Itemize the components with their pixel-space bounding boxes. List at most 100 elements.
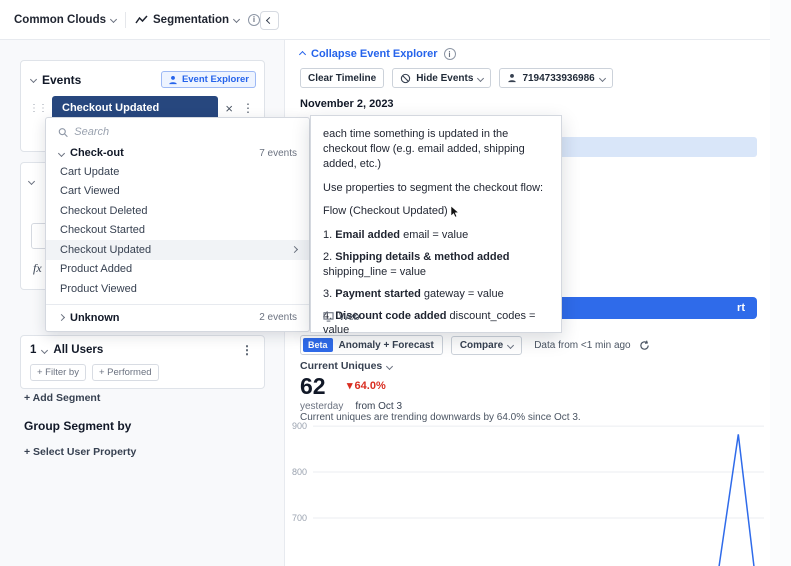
- app-window: Common Clouds Segmentation i Events Even…: [0, 0, 791, 566]
- compare-button[interactable]: Compare: [450, 335, 523, 355]
- metric-delta: ▾ 64.0%: [347, 379, 386, 393]
- chevron-right-icon: [290, 246, 299, 254]
- tooltip-footer: Web: [323, 311, 359, 325]
- event-option-label: Cart Update: [60, 165, 120, 178]
- hide-events-button[interactable]: Hide Events: [392, 68, 492, 88]
- web-platform-label: Web: [339, 311, 360, 323]
- chevron-down-icon: [109, 15, 118, 24]
- event-explorer-button[interactable]: Event Explorer: [160, 71, 256, 88]
- collapse-section-icon[interactable]: [29, 75, 38, 84]
- y-axis-ticks: 900 800 700: [285, 421, 309, 566]
- event-option-label: Checkout Started: [60, 224, 145, 237]
- timeline-date: November 2, 2023: [300, 98, 394, 110]
- refresh-icon[interactable]: [639, 340, 650, 351]
- y-axis-tick-label: 800: [291, 467, 307, 478]
- segment-index: 1: [30, 344, 37, 356]
- event-option[interactable]: Product Added: [46, 260, 309, 280]
- event-group-row[interactable]: Check-out 7 events: [46, 143, 309, 162]
- info-icon[interactable]: i: [248, 13, 261, 26]
- search-icon: [58, 127, 68, 137]
- cursor-pointer-icon: [450, 205, 460, 218]
- event-option-label: Cart Viewed: [60, 185, 120, 198]
- metric-sub-row: yesterday from Oct 3: [300, 401, 402, 412]
- view-switcher[interactable]: Segmentation: [135, 14, 241, 26]
- metric-period: yesterday: [300, 401, 344, 412]
- trend-chart: 900 800 700: [285, 421, 770, 566]
- top-bar: Common Clouds Segmentation i: [0, 0, 770, 40]
- info-icon[interactable]: i: [443, 48, 456, 60]
- event-option-label: Checkout Deleted: [60, 204, 148, 217]
- event-options-icon[interactable]: ⋮: [240, 101, 256, 115]
- event-option-label: Checkout Updated: [60, 243, 152, 256]
- tooltip-step: 3. Payment started gateway = value: [323, 287, 504, 300]
- line-chart-icon: [135, 14, 148, 23]
- y-axis-tick-label: 700: [291, 512, 307, 523]
- event-picker-dropdown: Check-out 7 events Cart Update Cart Viewe…: [45, 117, 310, 332]
- segment-options-icon[interactable]: ⋮: [239, 343, 255, 357]
- add-segment-link[interactable]: + Add Segment: [24, 392, 100, 404]
- unknown-group-count: 2 events: [259, 312, 297, 323]
- tooltip-flow-label: Flow (Checkout Updated): [323, 205, 448, 218]
- metric-value: 62: [300, 373, 326, 399]
- collapse-event-explorer-link[interactable]: Collapse Event Explorer i: [298, 48, 456, 60]
- event-option-label: Product Viewed: [60, 282, 137, 295]
- remove-event-icon[interactable]: ×: [223, 101, 235, 116]
- group-segment-by-header: Group Segment by: [24, 419, 132, 433]
- anomaly-forecast-label: Anomaly + Forecast: [338, 339, 434, 351]
- event-description-tooltip: each time something is updated in the ch…: [310, 115, 562, 336]
- collapse-section-icon[interactable]: [27, 177, 36, 186]
- chevron-down-icon: [233, 15, 241, 24]
- event-explorer-label: Event Explorer: [181, 74, 249, 85]
- hide-events-icon: [401, 73, 411, 83]
- metric-delta-value: 64.0%: [354, 379, 386, 392]
- hide-events-label: Hide Events: [416, 72, 474, 84]
- web-platform-icon: [323, 312, 334, 322]
- chevron-down-icon: [386, 362, 394, 370]
- chevron-down-icon[interactable]: [41, 346, 49, 354]
- down-arrow-icon: ▾: [347, 380, 353, 392]
- user-id-button[interactable]: 7194733936986: [499, 68, 613, 88]
- chevron-down-icon: [477, 74, 485, 82]
- event-option-label: Product Added: [60, 263, 133, 276]
- segment-panel: 1 All Users ⋮ + Filter by + Performed: [20, 335, 265, 389]
- person-icon: [508, 74, 517, 83]
- event-search-input[interactable]: [74, 126, 297, 138]
- select-user-property-link[interactable]: + Select User Property: [24, 446, 136, 458]
- segment-performed-button[interactable]: + Performed: [91, 364, 159, 381]
- selected-event-label: Checkout Updated: [62, 102, 160, 114]
- segment-header-row: 1 All Users ⋮: [30, 343, 255, 357]
- event-option-list: Cart Update Cart Viewed Checkout Deleted Ch…: [46, 162, 309, 299]
- event-option[interactable]: Cart Viewed: [46, 182, 309, 202]
- events-panel-header: Events Event Explorer: [21, 61, 264, 96]
- event-group-label: Check-out: [70, 147, 124, 159]
- unknown-group-row[interactable]: Unknown 2 events: [46, 303, 309, 324]
- chevron-right-icon: [57, 313, 66, 322]
- project-name: Common Clouds: [14, 13, 106, 26]
- chevron-left-icon: [265, 16, 274, 25]
- events-panel-title: Events: [42, 72, 82, 87]
- metric-label-text: Current Uniques: [300, 360, 383, 372]
- tooltip-step: 2. Shipping details & method added shipp…: [323, 251, 510, 278]
- metric-compare-from: from Oct 3: [355, 401, 403, 412]
- clear-timeline-button[interactable]: Clear Timeline: [300, 68, 385, 88]
- unknown-group-label: Unknown: [70, 311, 120, 324]
- segment-name[interactable]: All Users: [53, 344, 103, 356]
- compare-label: Compare: [459, 339, 504, 351]
- clear-timeline-label: Clear Timeline: [308, 72, 377, 84]
- collapse-sidebar-button[interactable]: [260, 11, 279, 30]
- event-option[interactable]: Checkout Updated: [46, 240, 309, 260]
- event-option[interactable]: Product Viewed: [46, 279, 309, 299]
- event-option[interactable]: Checkout Started: [46, 221, 309, 241]
- project-switcher[interactable]: Common Clouds: [14, 13, 118, 26]
- drag-handle-icon[interactable]: ⋮⋮: [29, 103, 48, 114]
- metric-selector[interactable]: Current Uniques: [300, 360, 394, 372]
- y-axis-tick-label: 900: [291, 421, 307, 432]
- event-option[interactable]: Cart Update: [46, 162, 309, 182]
- topbar-divider: [125, 11, 126, 28]
- tooltip-use-properties: Use properties to segment the checkout f…: [323, 181, 544, 194]
- data-freshness-label: Data from <1 min ago: [534, 339, 631, 351]
- tooltip-step: 1. Email added email = value: [323, 229, 469, 242]
- event-option[interactable]: Checkout Deleted: [46, 201, 309, 221]
- segment-filter-by-button[interactable]: + Filter by: [30, 364, 86, 381]
- collapse-event-explorer-label: Collapse Event Explorer: [311, 48, 438, 60]
